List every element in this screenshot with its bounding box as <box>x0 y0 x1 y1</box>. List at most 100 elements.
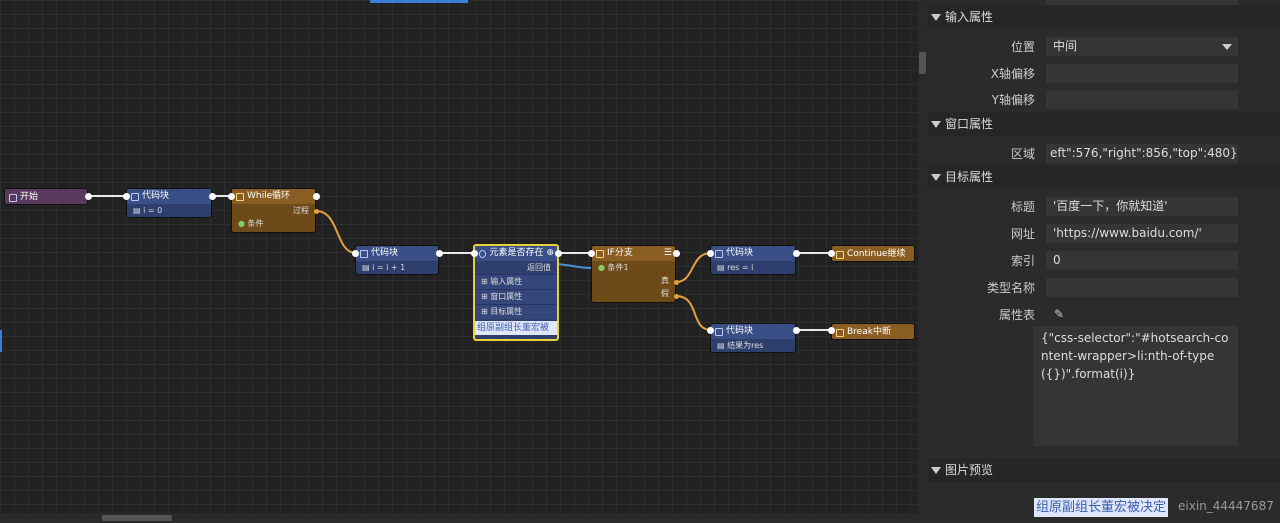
node-if-false-label: 假 <box>661 289 669 298</box>
node-if-branch[interactable]: IF分支 ☰ ● 条件1 真 假 <box>591 245 676 303</box>
position-select[interactable]: 中间 <box>1046 37 1238 56</box>
start-icon <box>9 193 17 202</box>
scrollbar-thumb[interactable] <box>919 52 926 74</box>
node-start-title: 开始 <box>20 192 39 202</box>
node-code-block-1-title: 代码块 <box>142 191 170 201</box>
wire-true-code3 <box>675 252 712 283</box>
node-code-block-2-title: 代码块 <box>371 248 399 258</box>
node-if-true-label: 真 <box>661 276 669 285</box>
crosshair-icon[interactable]: ⊕ <box>546 246 554 261</box>
scrollbar-thumb[interactable] <box>102 515 172 521</box>
canvas-vertical-scrollbar[interactable] <box>918 0 927 523</box>
node-code-block-4-title: 代码块 <box>726 326 754 336</box>
index-label: 索引 <box>1010 254 1035 268</box>
node-code-block-4-line: 结果为res <box>727 341 764 350</box>
typename-label: 类型名称 <box>986 281 1035 295</box>
port[interactable] <box>313 193 320 200</box>
branch-icon <box>596 249 604 258</box>
port[interactable] <box>436 250 443 257</box>
port[interactable] <box>352 250 359 257</box>
node-exists-row-window[interactable]: ⊞ 窗口属性 <box>475 289 557 304</box>
port[interactable] <box>707 327 714 334</box>
attrs-textarea[interactable]: {"css-selector":"#hotsearch-content-wrap… <box>1033 326 1238 446</box>
edit-pencil-icon[interactable]: ✎ <box>1054 307 1064 321</box>
image-preview: 组原副组长董宏被决定 <box>1034 498 1169 517</box>
node-element-exists[interactable]: 元素是否存在 ⊕ 返回值 ⊞ 输入属性 ⊞ 窗口属性 ⊞ 目标属性 组原副组长董宏… <box>473 244 559 341</box>
node-exists-title: 元素是否存在 <box>489 248 544 258</box>
node-start[interactable]: 开始 <box>4 188 88 205</box>
node-while-out-label: 过程 <box>293 206 309 215</box>
node-continue-title: Continue继续 <box>847 249 906 259</box>
continue-icon <box>836 250 844 259</box>
title-input[interactable]: '百度一下，你就知道' <box>1046 197 1238 216</box>
port[interactable] <box>793 327 800 334</box>
code-icon <box>131 192 139 201</box>
code-icon <box>715 327 723 336</box>
region-label: 区域 <box>1010 147 1035 161</box>
canvas-horizontal-scrollbar[interactable] <box>0 513 918 523</box>
node-exists-image-preview: 组原副组长董宏被 <box>475 321 557 335</box>
node-code-block-1-line: i = 0 <box>143 206 163 215</box>
section-image-preview[interactable]: 图片预览 <box>927 458 1280 482</box>
port[interactable] <box>471 250 478 257</box>
node-while-loop[interactable]: While循环 过程 ● 条件 <box>231 188 316 233</box>
url-input[interactable]: 'https://www.baidu.com/' <box>1046 224 1238 243</box>
menu-icon[interactable]: ☰ <box>664 246 672 261</box>
node-if-cond-label: 条件1 <box>607 263 629 272</box>
collapse-triangle-icon <box>931 174 941 181</box>
port[interactable] <box>793 250 800 257</box>
port[interactable] <box>123 193 130 200</box>
node-exists-ret-label: 返回值 <box>527 263 551 272</box>
collapse-triangle-icon <box>931 14 941 21</box>
port[interactable] <box>209 193 216 200</box>
node-code-block-2[interactable]: 代码块 ▤ i = i + 1 <box>355 245 439 275</box>
node-code-block-4[interactable]: 代码块 ▤ 结果为res <box>710 323 796 353</box>
node-break[interactable]: Break中断 <box>831 323 915 340</box>
code-icon <box>715 249 723 258</box>
node-if-title: IF分支 <box>607 248 633 258</box>
target-icon <box>479 249 487 258</box>
node-while-cond-label: 条件 <box>247 219 264 228</box>
port[interactable] <box>85 193 92 200</box>
port[interactable] <box>674 280 679 285</box>
node-exists-row-target[interactable]: ⊞ 目标属性 <box>475 304 557 319</box>
collapse-triangle-icon <box>931 467 941 474</box>
node-code-block-3-title: 代码块 <box>726 248 754 258</box>
port[interactable] <box>828 250 835 257</box>
port[interactable] <box>707 250 714 257</box>
wire-false-code4 <box>675 295 712 331</box>
port[interactable] <box>588 250 595 257</box>
section-input-attrs[interactable]: 输入属性 <box>927 5 1280 29</box>
node-exists-row-input[interactable]: ⊞ 输入属性 <box>475 274 557 289</box>
port[interactable] <box>555 250 562 257</box>
port[interactable] <box>828 327 835 334</box>
port[interactable] <box>674 294 679 299</box>
node-code-block-2-line: i = i + 1 <box>372 263 406 272</box>
flow-canvas[interactable]: 开始 代码块 ▤ i = 0 While循环 过程 ● 条件 代码块 ▤ i =… <box>0 0 918 523</box>
xoffset-input[interactable] <box>1046 64 1238 83</box>
node-break-title: Break中断 <box>847 327 891 337</box>
yoffset-input[interactable] <box>1046 90 1238 109</box>
title-label: 标题 <box>1010 200 1035 214</box>
node-while-title: While循环 <box>247 191 291 201</box>
attrs-label: 属性表 <box>998 308 1035 322</box>
port[interactable] <box>673 250 680 257</box>
yoffset-label: Y轴偏移 <box>991 93 1035 107</box>
node-code-block-3-line: res = i <box>727 263 754 272</box>
typename-input[interactable] <box>1046 278 1238 297</box>
xoffset-label: X轴偏移 <box>990 67 1035 81</box>
section-target-attrs[interactable]: 目标属性 <box>927 165 1280 189</box>
chevron-down-icon <box>1222 44 1232 50</box>
section-window-attrs[interactable]: 窗口属性 <box>927 112 1280 136</box>
port[interactable] <box>314 209 319 214</box>
port[interactable] <box>228 193 235 200</box>
url-label: 网址 <box>1010 227 1035 241</box>
region-input[interactable]: eft":576,"right":856,"top":480} <box>1046 144 1238 163</box>
node-continue[interactable]: Continue继续 <box>831 245 915 262</box>
index-input[interactable]: 0 <box>1046 251 1238 270</box>
code-icon <box>360 249 368 258</box>
loop-icon <box>236 192 244 201</box>
node-code-block-1[interactable]: 代码块 ▤ i = 0 <box>126 188 212 218</box>
node-code-block-3[interactable]: 代码块 ▤ res = i <box>710 245 796 275</box>
position-label: 位置 <box>1010 40 1035 54</box>
